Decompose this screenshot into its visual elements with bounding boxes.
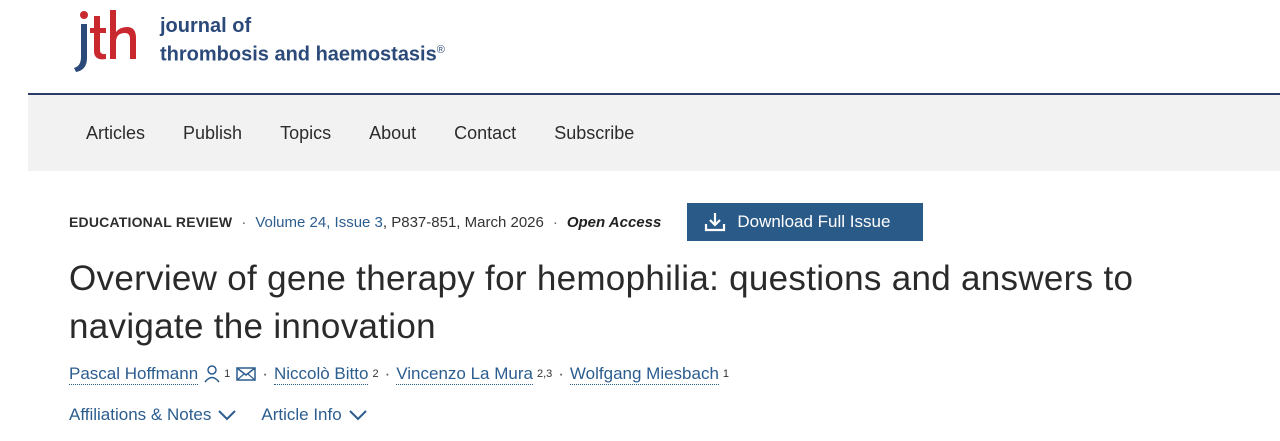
article-toggles: Affiliations & Notes Article Info	[69, 402, 392, 428]
pages-date: , P837-851, March 2026	[382, 213, 544, 231]
journal-name-line2: thrombosis and haemostasis®	[160, 38, 445, 67]
article-type: EDUCATIONAL REVIEW	[69, 214, 233, 230]
journal-name-line1: journal of	[160, 15, 252, 37]
chevron-down-icon	[218, 410, 237, 421]
nav-topics[interactable]: Topics	[280, 123, 331, 144]
journal-name: journal of thrombosis and haemostasis®	[160, 14, 445, 67]
author-link[interactable]: Pascal Hoffmann	[69, 364, 199, 385]
nav-about[interactable]: About	[369, 123, 416, 144]
article-meta: EDUCATIONAL REVIEW · Volume 24, Issue 3 …	[69, 203, 1249, 241]
nav-subscribe[interactable]: Subscribe	[554, 123, 634, 144]
separator-dot: ·	[241, 213, 247, 231]
separator-dot: ·	[558, 364, 564, 383]
download-button-label: Download Full Issue	[737, 212, 891, 231]
affiliations-label: Affiliations & Notes	[69, 405, 212, 424]
journal-name-line2-text: thrombosis and haemostasis	[160, 43, 437, 66]
chevron-down-icon	[348, 410, 367, 421]
separator-dot: ·	[384, 364, 391, 383]
author-affiliation: 2	[372, 368, 379, 380]
journal-logo[interactable]: journal of thrombosis and haemostasis®	[72, 10, 445, 76]
author-affiliation: 2,3	[536, 368, 553, 380]
article-title: Overview of gene therapy for hemophilia:…	[69, 259, 1134, 346]
nav-articles[interactable]: Articles	[86, 123, 145, 144]
author-link[interactable]: Niccolò Bitto	[273, 364, 369, 385]
affiliations-notes-toggle[interactable]: Affiliations & Notes	[69, 405, 237, 425]
person-icon	[204, 365, 220, 383]
nav-contact[interactable]: Contact	[454, 123, 516, 144]
download-full-issue-button[interactable]: Download Full Issue	[687, 203, 924, 241]
volume-issue-link[interactable]: Volume 24, Issue 3	[255, 214, 383, 231]
author-affiliation: 1	[224, 368, 231, 380]
author-link[interactable]: Vincenzo La Mura	[396, 364, 533, 385]
article-info-label: Article Info	[261, 405, 342, 424]
download-icon	[705, 213, 726, 232]
registered-mark: ®	[436, 44, 445, 56]
separator-dot: ·	[262, 364, 268, 383]
author-list: Pascal Hoffmann 1 · Niccolò Bitto 2 · Vi…	[69, 360, 729, 388]
main-nav: Articles Publish Topics About Contact Su…	[28, 95, 1280, 171]
separator-dot: ·	[552, 213, 558, 231]
envelope-icon[interactable]	[236, 366, 257, 382]
article-info-toggle[interactable]: Article Info	[261, 405, 367, 425]
author-affiliation: 1	[722, 368, 730, 380]
author-link[interactable]: Wolfgang Miesbach	[569, 364, 719, 385]
open-access-label: Open Access	[566, 213, 662, 231]
nav-publish[interactable]: Publish	[183, 123, 242, 144]
jth-logo-mark	[74, 10, 136, 72]
